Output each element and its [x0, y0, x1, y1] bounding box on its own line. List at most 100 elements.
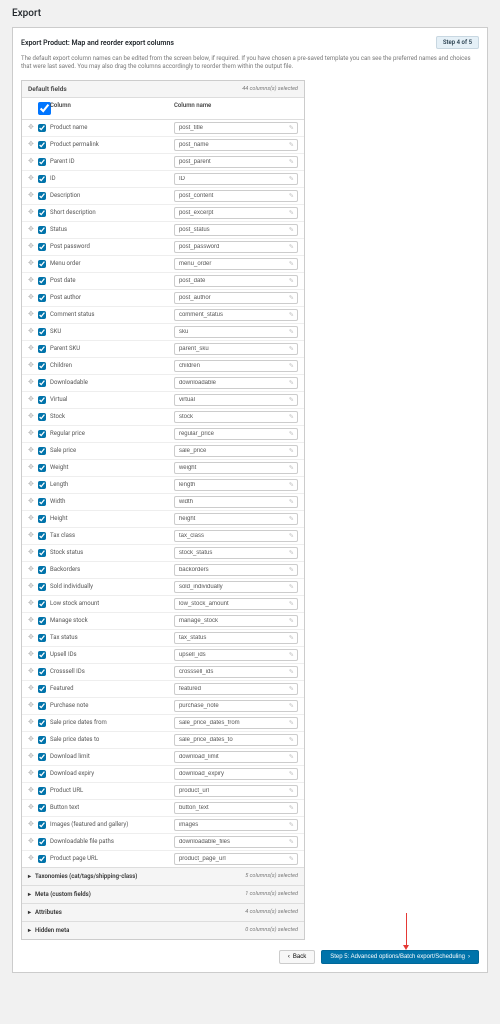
collapsed-section[interactable]: ▸Taxonomies (cat/tags/shipping-class)5 c… — [22, 867, 304, 885]
column-name-input[interactable] — [174, 292, 298, 304]
column-name-input[interactable] — [174, 598, 298, 610]
drag-handle-icon[interactable]: ✥ — [28, 685, 38, 692]
drag-handle-icon[interactable]: ✥ — [28, 770, 38, 777]
row-checkbox[interactable] — [38, 804, 46, 812]
drag-handle-icon[interactable]: ✥ — [28, 498, 38, 505]
column-name-input[interactable] — [174, 309, 298, 321]
row-checkbox[interactable] — [38, 430, 46, 438]
column-name-input[interactable] — [174, 768, 298, 780]
row-checkbox[interactable] — [38, 787, 46, 795]
row-checkbox[interactable] — [38, 243, 46, 251]
default-fields-header[interactable]: Default fields 44 columns(s) selected — [22, 81, 304, 98]
drag-handle-icon[interactable]: ✥ — [28, 311, 38, 318]
column-name-input[interactable] — [174, 666, 298, 678]
row-checkbox[interactable] — [38, 345, 46, 353]
row-checkbox[interactable] — [38, 192, 46, 200]
drag-handle-icon[interactable]: ✥ — [28, 277, 38, 284]
row-checkbox[interactable] — [38, 753, 46, 761]
row-checkbox[interactable] — [38, 396, 46, 404]
column-name-input[interactable] — [174, 377, 298, 389]
row-checkbox[interactable] — [38, 634, 46, 642]
row-checkbox[interactable] — [38, 855, 46, 863]
column-name-input[interactable] — [174, 173, 298, 185]
drag-handle-icon[interactable]: ✥ — [28, 838, 38, 845]
drag-handle-icon[interactable]: ✥ — [28, 549, 38, 556]
row-checkbox[interactable] — [38, 685, 46, 693]
drag-handle-icon[interactable]: ✥ — [28, 294, 38, 301]
row-checkbox[interactable] — [38, 532, 46, 540]
column-name-input[interactable] — [174, 360, 298, 372]
drag-handle-icon[interactable]: ✥ — [28, 124, 38, 131]
column-name-input[interactable] — [174, 683, 298, 695]
column-name-input[interactable] — [174, 428, 298, 440]
column-name-input[interactable] — [174, 343, 298, 355]
row-checkbox[interactable] — [38, 294, 46, 302]
column-name-input[interactable] — [174, 190, 298, 202]
drag-handle-icon[interactable]: ✥ — [28, 736, 38, 743]
drag-handle-icon[interactable]: ✥ — [28, 617, 38, 624]
row-checkbox[interactable] — [38, 498, 46, 506]
row-checkbox[interactable] — [38, 158, 46, 166]
column-name-input[interactable] — [174, 445, 298, 457]
row-checkbox[interactable] — [38, 379, 46, 387]
drag-handle-icon[interactable]: ✥ — [28, 379, 38, 386]
row-checkbox[interactable] — [38, 447, 46, 455]
column-name-input[interactable] — [174, 649, 298, 661]
drag-handle-icon[interactable]: ✥ — [28, 243, 38, 250]
column-name-input[interactable] — [174, 462, 298, 474]
column-name-input[interactable] — [174, 411, 298, 423]
drag-handle-icon[interactable]: ✥ — [28, 855, 38, 862]
column-name-input[interactable] — [174, 479, 298, 491]
column-name-input[interactable] — [174, 530, 298, 542]
column-name-input[interactable] — [174, 615, 298, 627]
drag-handle-icon[interactable]: ✥ — [28, 362, 38, 369]
drag-handle-icon[interactable]: ✥ — [28, 532, 38, 539]
drag-handle-icon[interactable]: ✥ — [28, 464, 38, 471]
column-name-input[interactable] — [174, 700, 298, 712]
drag-handle-icon[interactable]: ✥ — [28, 634, 38, 641]
row-checkbox[interactable] — [38, 549, 46, 557]
row-checkbox[interactable] — [38, 328, 46, 336]
row-checkbox[interactable] — [38, 583, 46, 591]
column-name-input[interactable] — [174, 717, 298, 729]
drag-handle-icon[interactable]: ✥ — [28, 345, 38, 352]
column-name-input[interactable] — [174, 496, 298, 508]
column-name-input[interactable] — [174, 853, 298, 865]
drag-handle-icon[interactable]: ✥ — [28, 413, 38, 420]
drag-handle-icon[interactable]: ✥ — [28, 600, 38, 607]
column-name-input[interactable] — [174, 547, 298, 559]
row-checkbox[interactable] — [38, 124, 46, 132]
collapsed-section[interactable]: ▸Hidden meta0 columns(s) selected — [22, 921, 304, 939]
drag-handle-icon[interactable]: ✥ — [28, 481, 38, 488]
column-name-input[interactable] — [174, 241, 298, 253]
row-checkbox[interactable] — [38, 226, 46, 234]
row-checkbox[interactable] — [38, 141, 46, 149]
column-name-input[interactable] — [174, 751, 298, 763]
column-name-input[interactable] — [174, 819, 298, 831]
drag-handle-icon[interactable]: ✥ — [28, 787, 38, 794]
drag-handle-icon[interactable]: ✥ — [28, 702, 38, 709]
column-name-input[interactable] — [174, 122, 298, 134]
drag-handle-icon[interactable]: ✥ — [28, 192, 38, 199]
column-name-input[interactable] — [174, 326, 298, 338]
drag-handle-icon[interactable]: ✥ — [28, 175, 38, 182]
column-name-input[interactable] — [174, 632, 298, 644]
column-name-input[interactable] — [174, 275, 298, 287]
drag-handle-icon[interactable]: ✥ — [28, 328, 38, 335]
row-checkbox[interactable] — [38, 821, 46, 829]
row-checkbox[interactable] — [38, 600, 46, 608]
drag-handle-icon[interactable]: ✥ — [28, 566, 38, 573]
row-checkbox[interactable] — [38, 736, 46, 744]
drag-handle-icon[interactable]: ✥ — [28, 430, 38, 437]
row-checkbox[interactable] — [38, 260, 46, 268]
row-checkbox[interactable] — [38, 668, 46, 676]
row-checkbox[interactable] — [38, 702, 46, 710]
drag-handle-icon[interactable]: ✥ — [28, 753, 38, 760]
column-name-input[interactable] — [174, 513, 298, 525]
drag-handle-icon[interactable]: ✥ — [28, 447, 38, 454]
row-checkbox[interactable] — [38, 770, 46, 778]
row-checkbox[interactable] — [38, 617, 46, 625]
row-checkbox[interactable] — [38, 838, 46, 846]
drag-handle-icon[interactable]: ✥ — [28, 804, 38, 811]
row-checkbox[interactable] — [38, 515, 46, 523]
